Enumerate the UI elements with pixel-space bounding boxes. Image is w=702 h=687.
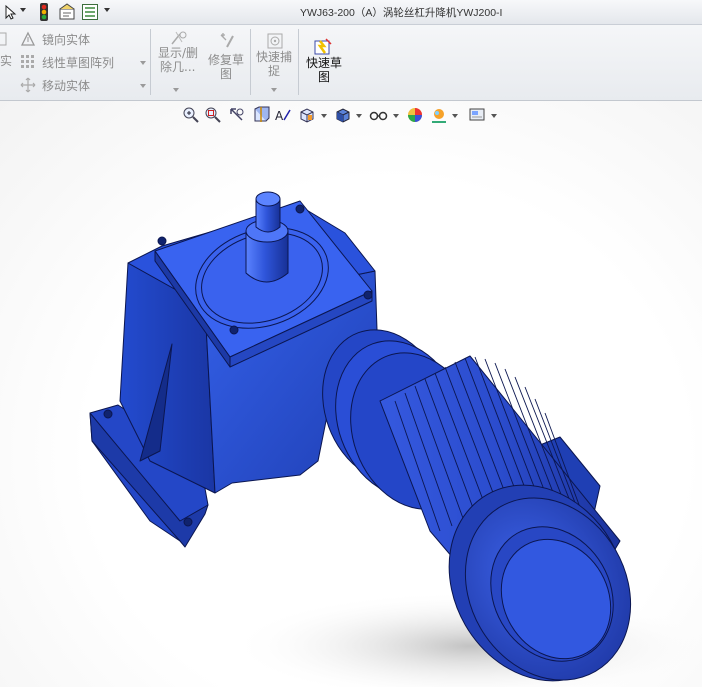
linear-pattern-button[interactable]: 线性草图阵列 bbox=[42, 56, 114, 70]
move-entities-icon bbox=[20, 77, 36, 93]
move-entities-button[interactable]: 移动实体 bbox=[42, 79, 90, 93]
select-pointer-icon[interactable] bbox=[0, 2, 20, 21]
options-icon[interactable] bbox=[57, 2, 77, 21]
show-delete-relations-label-2[interactable]: 除几... bbox=[160, 60, 195, 74]
repair-sketch-button[interactable]: 修复草 bbox=[208, 53, 244, 67]
chevron-down-icon[interactable] bbox=[20, 8, 26, 12]
show-delete-relations-icon bbox=[170, 30, 187, 46]
partial-icon bbox=[0, 31, 16, 47]
mirror-icon bbox=[20, 31, 36, 47]
ribbon-separator bbox=[250, 29, 251, 95]
chevron-down-icon[interactable] bbox=[140, 84, 146, 88]
repair-sketch-label-2[interactable]: 图 bbox=[220, 67, 232, 81]
title-bar: YWJ63-200（A）涡轮丝杠升降机YWJ200-I bbox=[0, 0, 702, 25]
show-delete-relations-button[interactable]: 显示/删 bbox=[158, 46, 198, 60]
ribbon-separator bbox=[298, 29, 299, 95]
chevron-down-icon[interactable] bbox=[271, 88, 277, 92]
quick-snaps-button[interactable]: 快速捕 bbox=[256, 50, 292, 64]
chevron-down-icon[interactable] bbox=[173, 88, 179, 92]
ribbon-separator bbox=[150, 29, 151, 95]
quick-snaps-icon bbox=[266, 32, 283, 49]
ribbon-toolbar: 实 镜向实体 线性草图阵列 移动实体 显示/删 除几... 修复草 图 快速捕 … bbox=[0, 25, 702, 101]
window-title: YWJ63-200（A）涡轮丝杠升降机YWJ200-I bbox=[300, 7, 503, 19]
rapid-sketch-button[interactable]: 快速草 bbox=[306, 56, 342, 70]
mirror-entities-button[interactable]: 镜向实体 bbox=[42, 33, 90, 47]
properties-icon[interactable] bbox=[80, 2, 100, 21]
chevron-down-icon[interactable] bbox=[104, 8, 110, 12]
linear-pattern-icon bbox=[20, 54, 36, 70]
quick-snaps-label-2[interactable]: 捉 bbox=[268, 64, 280, 78]
rapid-sketch-label-2[interactable]: 图 bbox=[318, 70, 330, 84]
model-3d-view[interactable] bbox=[0, 101, 702, 687]
traffic-light-icon[interactable] bbox=[34, 2, 54, 21]
chevron-down-icon[interactable] bbox=[140, 61, 146, 65]
partial-left-label[interactable]: 实 bbox=[0, 54, 12, 68]
rapid-sketch-icon bbox=[314, 38, 332, 55]
repair-sketch-icon bbox=[218, 32, 234, 48]
